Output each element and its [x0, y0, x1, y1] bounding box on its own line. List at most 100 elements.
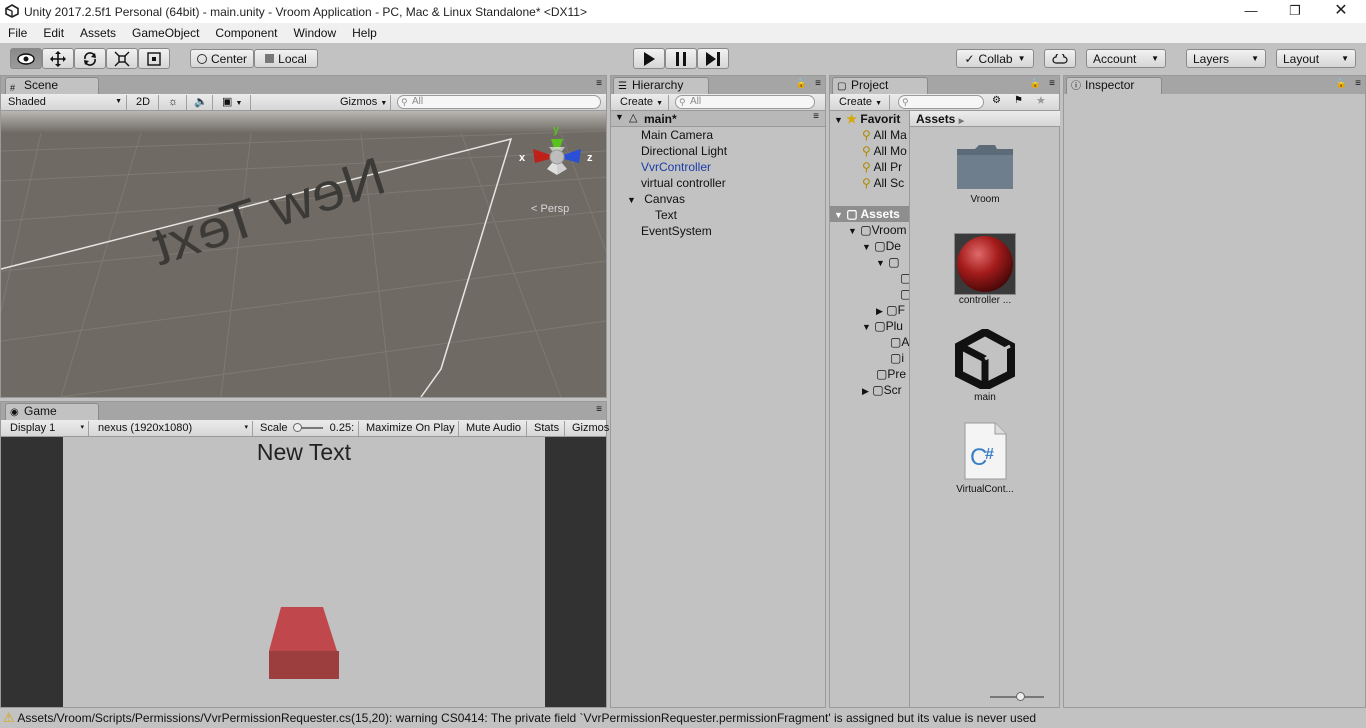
- collab-dropdown[interactable]: ✓ Collab ▼: [956, 49, 1034, 68]
- step-button[interactable]: [697, 48, 729, 69]
- tree-folder[interactable]: ▢A: [890, 334, 909, 350]
- lock-icon[interactable]: 🔒: [1030, 78, 1041, 89]
- scene-text-mesh[interactable]: New Text: [144, 145, 392, 276]
- expand-arrow-icon[interactable]: ▼: [834, 210, 843, 220]
- game-gizmos-dropdown[interactable]: Gizmos: [567, 421, 609, 436]
- scene-search-input[interactable]: ⚲ All: [397, 95, 601, 109]
- tree-folder[interactable]: ▶ ▢Scr: [862, 382, 902, 398]
- slider-thumb[interactable]: [292, 423, 302, 433]
- slider-track[interactable]: [292, 423, 323, 433]
- tab-hierarchy[interactable]: ☰ Hierarchy: [613, 77, 709, 94]
- expand-arrow-icon[interactable]: ▶: [876, 306, 883, 316]
- slider-thumb[interactable]: [1016, 692, 1025, 701]
- layout-dropdown[interactable]: Layout ▼: [1276, 49, 1356, 68]
- account-dropdown[interactable]: Account ▼: [1086, 49, 1166, 68]
- favorite-item[interactable]: ⚲ All Pr: [862, 159, 902, 175]
- expand-arrow-icon[interactable]: ▼: [862, 322, 871, 332]
- menu-edit[interactable]: Edit: [35, 26, 72, 40]
- project-search-input[interactable]: ⚲: [898, 95, 984, 109]
- scene-gizmo[interactable]: y x z: [517, 124, 597, 189]
- asset-size-slider[interactable]: [990, 692, 1044, 701]
- status-bar[interactable]: ⚠ Assets/Vroom/Scripts/Permissions/VvrPe…: [0, 708, 1366, 728]
- asset-breadcrumb[interactable]: Assets ▶: [910, 111, 1060, 127]
- persp-label[interactable]: < Persp: [531, 203, 569, 215]
- menu-gameobject[interactable]: GameObject: [124, 26, 207, 40]
- rotate-tool-button[interactable]: [74, 48, 106, 69]
- scale-slider[interactable]: Scale 0.25:: [255, 421, 359, 436]
- project-create-dropdown[interactable]: Create ▼: [834, 95, 890, 110]
- scene-viewport[interactable]: New Text y x z < Persp: [1, 111, 606, 397]
- hierarchy-search-input[interactable]: ⚲ All: [675, 95, 815, 109]
- hierarchy-item-directional-light[interactable]: Directional Light: [641, 143, 727, 159]
- asset-item-main-scene[interactable]: main: [948, 327, 1022, 403]
- tree-folder[interactable]: ▼ ▢: [876, 254, 900, 270]
- tab-scene[interactable]: # Scene: [5, 77, 99, 94]
- assets-root-row[interactable]: ▼ ▢ Assets: [830, 206, 909, 222]
- hierarchy-item-text[interactable]: Text: [655, 207, 677, 223]
- panel-menu-icon[interactable]: ≡: [815, 78, 821, 89]
- lock-icon[interactable]: 🔒: [1336, 78, 1347, 89]
- pivot-local-button[interactable]: Local: [254, 49, 318, 68]
- move-tool-button[interactable]: [42, 48, 74, 69]
- pivot-center-button[interactable]: Center: [190, 49, 254, 68]
- lighting-toggle[interactable]: ☼: [163, 95, 187, 110]
- scale-tool-button[interactable]: [106, 48, 138, 69]
- restore-button[interactable]: ❐: [1272, 0, 1318, 23]
- expand-arrow-icon[interactable]: ▼: [834, 115, 843, 125]
- tree-folder[interactable]: ▢: [900, 270, 909, 286]
- rect-tool-button[interactable]: [138, 48, 170, 69]
- game-viewport[interactable]: New Text: [1, 437, 606, 707]
- gizmos-dropdown[interactable]: Gizmos ▼: [335, 95, 391, 110]
- tree-folder[interactable]: ▼ ▢Vroom: [848, 222, 907, 238]
- menu-component[interactable]: Component: [207, 26, 285, 40]
- expand-arrow-icon[interactable]: ▼: [876, 258, 885, 268]
- tree-folder[interactable]: ▢i: [890, 350, 904, 366]
- shading-dropdown[interactable]: Shaded ▼: [3, 95, 127, 110]
- menu-file[interactable]: File: [0, 26, 35, 40]
- expand-arrow-icon[interactable]: ▼: [862, 242, 871, 252]
- menu-help[interactable]: Help: [344, 26, 385, 40]
- hierarchy-item-virtual-controller[interactable]: virtual controller: [641, 175, 726, 191]
- tab-game[interactable]: ◉ Game: [5, 403, 99, 420]
- resolution-dropdown[interactable]: nexus (1920x1080) ▾: [93, 421, 253, 436]
- asset-item-vroom[interactable]: Vroom: [948, 141, 1022, 205]
- hierarchy-scene-row[interactable]: ▼ △ main* ≡: [611, 111, 825, 127]
- hierarchy-item-main-camera[interactable]: Main Camera: [641, 127, 713, 143]
- panel-menu-icon[interactable]: ≡: [1355, 78, 1361, 89]
- favorite-item[interactable]: ⚲ All Ma: [862, 127, 907, 143]
- tab-project[interactable]: ▢ Project: [832, 77, 928, 94]
- display-dropdown[interactable]: Display 1 ▾: [5, 421, 89, 436]
- menu-window[interactable]: Window: [285, 26, 344, 40]
- favorite-item[interactable]: ⚲ All Sc: [862, 175, 904, 191]
- panel-menu-icon[interactable]: ≡: [596, 78, 602, 89]
- hierarchy-item-vvrcontroller[interactable]: VvrController: [641, 159, 711, 175]
- expand-arrow-icon[interactable]: ▼: [627, 195, 636, 205]
- expand-arrow-icon[interactable]: ▼: [615, 112, 624, 122]
- favorite-star-icon[interactable]: ★: [1036, 94, 1046, 107]
- audio-toggle[interactable]: 🔈: [189, 95, 213, 110]
- view-tool-button[interactable]: [10, 48, 42, 69]
- pause-button[interactable]: [665, 48, 697, 69]
- menu-assets[interactable]: Assets: [72, 26, 124, 40]
- expand-arrow-icon[interactable]: ▼: [848, 226, 857, 236]
- minimize-button[interactable]: —: [1228, 0, 1274, 23]
- lock-icon[interactable]: 🔒: [796, 78, 807, 89]
- tab-inspector[interactable]: ⓘ Inspector: [1066, 77, 1162, 94]
- cloud-button[interactable]: [1044, 49, 1076, 68]
- tree-folder[interactable]: ▼ ▢De: [862, 238, 901, 254]
- effects-dropdown[interactable]: ▣ ▼: [217, 95, 251, 110]
- tree-folder[interactable]: ▢: [900, 286, 909, 302]
- expand-arrow-icon[interactable]: ▶: [862, 386, 869, 396]
- tree-folder[interactable]: ▶ ▢F: [876, 302, 905, 318]
- asset-item-controller-material[interactable]: controller ...: [948, 233, 1022, 306]
- close-button[interactable]: ✕: [1318, 0, 1364, 23]
- filter-type-icon[interactable]: ⚙: [992, 95, 1001, 106]
- play-button[interactable]: [633, 48, 665, 69]
- panel-menu-icon[interactable]: ≡: [813, 111, 819, 122]
- favorites-header[interactable]: ▼ ★ Favorit: [834, 111, 900, 127]
- 2d-toggle[interactable]: 2D: [131, 95, 159, 110]
- tree-folder[interactable]: ▼ ▢Plu: [862, 318, 903, 334]
- layers-dropdown[interactable]: Layers ▼: [1186, 49, 1266, 68]
- maximize-on-play-toggle[interactable]: Maximize On Play: [361, 421, 459, 436]
- hierarchy-create-dropdown[interactable]: Create ▼: [615, 95, 669, 110]
